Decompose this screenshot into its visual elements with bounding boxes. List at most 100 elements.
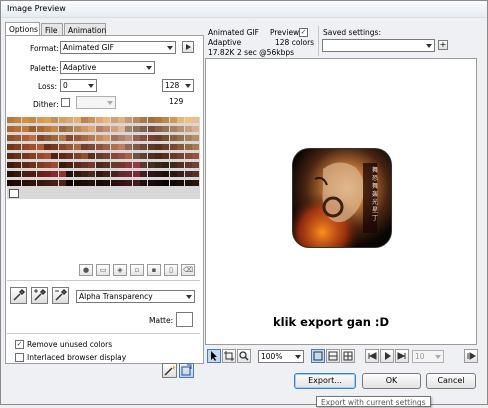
palette-swatch[interactable] [177,162,185,168]
palette-swatch[interactable] [36,153,44,159]
palette-swatch[interactable] [103,126,111,132]
palette-swatch[interactable] [81,153,88,159]
frame-select[interactable]: 10 [412,350,444,363]
palette-swatch[interactable] [14,126,22,132]
palette-swatch[interactable] [162,117,170,123]
palette-swatch[interactable] [162,135,170,141]
palette-swatch[interactable] [184,117,192,123]
palette-swatch[interactable] [162,144,170,150]
palette-swatch[interactable] [103,117,111,123]
palette-swatch[interactable] [118,117,125,123]
format-options-button[interactable] [182,41,194,53]
palette-swatch[interactable] [7,162,14,168]
palette-swatch[interactable] [58,135,66,141]
palette-swatch[interactable] [44,162,51,168]
palette-swatch[interactable] [95,171,103,177]
palette-swatch[interactable] [155,171,162,177]
palette-swatch[interactable] [7,126,14,132]
palette-swatch[interactable] [140,117,148,123]
palette-swatch[interactable] [14,171,22,177]
web-snap-icon[interactable]: ◈ [113,264,127,276]
eyedropper-icon[interactable] [10,287,27,304]
palette-swatch[interactable] [140,171,148,177]
ok-button[interactable]: OK [362,373,421,389]
palette-swatch[interactable] [73,171,81,177]
palette-swatch[interactable] [118,162,125,168]
play-animation-icon[interactable] [464,349,478,363]
palette-swatch[interactable] [66,117,74,123]
palette-swatch[interactable] [14,135,22,141]
play-icon[interactable] [380,349,394,363]
palette-swatch[interactable] [147,144,155,150]
palette-swatch[interactable] [125,117,133,123]
dither-amount-select[interactable] [76,96,116,109]
palette-swatch[interactable] [29,117,37,123]
palette-swatch[interactable] [14,144,22,150]
palette-swatch[interactable] [7,171,14,177]
palette-swatch[interactable] [140,162,148,168]
palette-swatch[interactable] [51,117,59,123]
palette-swatch[interactable] [177,180,185,186]
palette-swatch[interactable] [66,180,74,186]
palette-swatch[interactable] [66,153,74,159]
palette-swatch[interactable] [147,171,155,177]
saved-settings-select[interactable] [322,39,435,52]
palette-swatch[interactable] [81,126,88,132]
palette-swatch[interactable] [29,180,37,186]
transparency-select[interactable]: Alpha Transparency [76,290,195,303]
palette-swatch[interactable] [155,144,162,150]
palette-swatch[interactable] [51,162,59,168]
palette-swatch[interactable] [125,144,133,150]
palette-swatch[interactable] [51,135,59,141]
palette-swatch[interactable] [177,135,185,141]
palette-swatch[interactable] [169,117,177,123]
palette-swatch[interactable] [73,153,81,159]
palette-swatch[interactable] [140,126,148,132]
palette-swatch[interactable] [184,144,192,150]
palette-swatch[interactable] [169,135,177,141]
palette-swatch[interactable] [110,153,118,159]
palette-swatch[interactable] [132,180,140,186]
palette-swatch[interactable] [103,135,111,141]
palette-swatch[interactable] [44,171,51,177]
palette-swatch[interactable] [95,144,103,150]
palette-swatch[interactable] [44,180,51,186]
palette-swatch[interactable] [132,153,140,159]
dither-checkbox[interactable] [61,98,70,107]
palette-swatch[interactable] [44,153,51,159]
palette-swatch[interactable] [162,180,170,186]
palette-swatch[interactable] [162,153,170,159]
palette-swatch[interactable] [58,162,66,168]
palette-swatch[interactable] [147,135,155,141]
palette-swatch[interactable] [51,126,59,132]
palette-swatch[interactable] [36,171,44,177]
palette-swatch[interactable] [192,162,199,168]
palette-swatch[interactable] [125,135,133,141]
palette-swatch[interactable] [110,117,118,123]
palette-swatch[interactable] [192,126,199,132]
palette-swatch[interactable] [88,135,96,141]
palette-swatch[interactable] [184,135,192,141]
palette-swatch[interactable] [184,153,192,159]
palette-swatch[interactable] [29,162,37,168]
palette-swatch[interactable] [88,117,96,123]
palette-swatch[interactable] [177,117,185,123]
palette-swatch[interactable] [155,126,162,132]
two-up-view-icon[interactable] [326,349,340,363]
palette-swatch[interactable] [162,126,170,132]
palette-swatch[interactable] [58,126,66,132]
palette-swatch[interactable] [110,126,118,132]
palette-swatch[interactable] [103,153,111,159]
edit-color-icon[interactable]: ▭ [96,264,110,276]
palette-swatch[interactable] [155,117,162,123]
palette-swatch[interactable] [58,117,66,123]
palette-swatch[interactable] [7,117,14,123]
palette-swatch[interactable] [88,153,96,159]
format-select[interactable]: Animated GIF [60,41,176,54]
palette-swatch[interactable] [118,135,125,141]
palette-swatch[interactable] [81,135,88,141]
palette-swatch[interactable] [110,135,118,141]
palette-swatch[interactable] [14,180,22,186]
palette-swatch[interactable] [58,171,66,177]
delete-color-icon[interactable]: ▯ [164,264,178,276]
